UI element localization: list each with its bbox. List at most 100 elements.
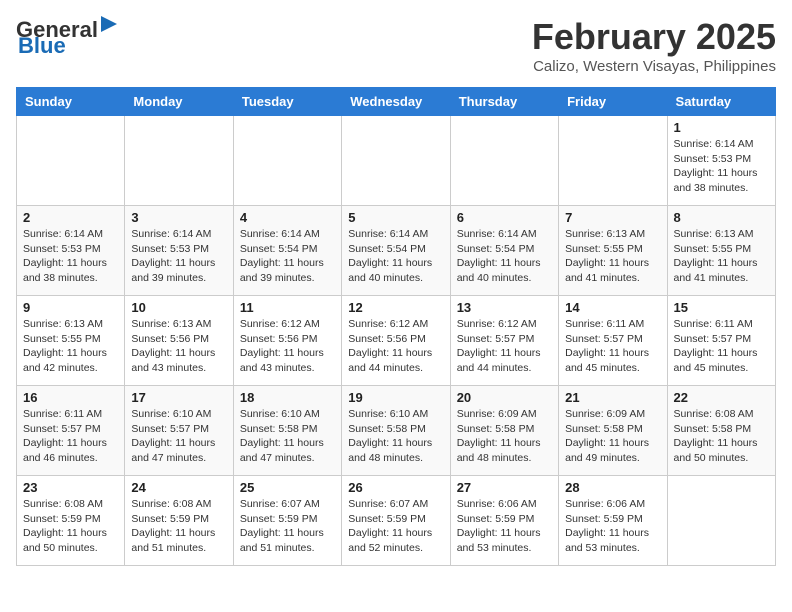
day-number: 23	[23, 480, 118, 495]
calendar-header-saturday: Saturday	[667, 88, 775, 116]
page-header: General Blue February 2025 Calizo, Weste…	[16, 16, 776, 75]
calendar-cell: 13 Sunrise: 6:12 AM Sunset: 5:57 PM Dayli…	[450, 296, 558, 386]
day-number: 11	[240, 300, 335, 315]
day-info: Sunrise: 6:06 AM Sunset: 5:59 PM Dayligh…	[457, 497, 552, 556]
calendar-cell	[125, 116, 233, 206]
calendar-header-row: SundayMondayTuesdayWednesdayThursdayFrid…	[17, 88, 776, 116]
day-info: Sunrise: 6:14 AM Sunset: 5:54 PM Dayligh…	[457, 227, 552, 286]
calendar-cell: 17 Sunrise: 6:10 AM Sunset: 5:57 PM Dayli…	[125, 386, 233, 476]
day-info: Sunrise: 6:12 AM Sunset: 5:56 PM Dayligh…	[240, 317, 335, 376]
day-number: 2	[23, 210, 118, 225]
calendar-cell: 20 Sunrise: 6:09 AM Sunset: 5:58 PM Dayli…	[450, 386, 558, 476]
day-info: Sunrise: 6:08 AM Sunset: 5:58 PM Dayligh…	[674, 407, 769, 466]
day-info: Sunrise: 6:08 AM Sunset: 5:59 PM Dayligh…	[23, 497, 118, 556]
calendar-cell: 11 Sunrise: 6:12 AM Sunset: 5:56 PM Dayli…	[233, 296, 341, 386]
logo: General Blue	[16, 16, 119, 59]
day-info: Sunrise: 6:07 AM Sunset: 5:59 PM Dayligh…	[240, 497, 335, 556]
day-info: Sunrise: 6:13 AM Sunset: 5:55 PM Dayligh…	[565, 227, 660, 286]
calendar-cell: 23 Sunrise: 6:08 AM Sunset: 5:59 PM Dayli…	[17, 476, 125, 566]
calendar-cell: 6 Sunrise: 6:14 AM Sunset: 5:54 PM Daylig…	[450, 206, 558, 296]
day-number: 19	[348, 390, 443, 405]
calendar-cell	[233, 116, 341, 206]
day-info: Sunrise: 6:12 AM Sunset: 5:57 PM Dayligh…	[457, 317, 552, 376]
calendar-cell: 27Sunrise: 6:06 AM Sunset: 5:59 PM Dayli…	[450, 476, 558, 566]
calendar-cell: 3Sunrise: 6:14 AM Sunset: 5:53 PM Daylig…	[125, 206, 233, 296]
day-info: Sunrise: 6:11 AM Sunset: 5:57 PM Dayligh…	[23, 407, 118, 466]
calendar-week-row: 2 Sunrise: 6:14 AM Sunset: 5:53 PM Daylig…	[17, 206, 776, 296]
day-number: 20	[457, 390, 552, 405]
calendar-table: SundayMondayTuesdayWednesdayThursdayFrid…	[16, 87, 776, 566]
day-info: Sunrise: 6:13 AM Sunset: 5:55 PM Dayligh…	[674, 227, 769, 286]
day-info: Sunrise: 6:10 AM Sunset: 5:58 PM Dayligh…	[240, 407, 335, 466]
calendar-cell: 8Sunrise: 6:13 AM Sunset: 5:55 PM Daylig…	[667, 206, 775, 296]
calendar-cell	[559, 116, 667, 206]
calendar-cell: 2 Sunrise: 6:14 AM Sunset: 5:53 PM Daylig…	[17, 206, 125, 296]
day-number: 21	[565, 390, 660, 405]
calendar-cell: 12 Sunrise: 6:12 AM Sunset: 5:56 PM Dayli…	[342, 296, 450, 386]
day-info: Sunrise: 6:14 AM Sunset: 5:53 PM Dayligh…	[23, 227, 118, 286]
logo-flag-icon	[98, 16, 119, 43]
calendar-cell: 18 Sunrise: 6:10 AM Sunset: 5:58 PM Dayli…	[233, 386, 341, 476]
calendar-cell: 1 Sunrise: 6:14 AM Sunset: 5:53 PM Daylig…	[667, 116, 775, 206]
day-number: 14	[565, 300, 660, 315]
day-number: 4	[240, 210, 335, 225]
day-number: 10	[131, 300, 226, 315]
day-number: 22	[674, 390, 769, 405]
calendar-cell: 15 Sunrise: 6:11 AM Sunset: 5:57 PM Dayli…	[667, 296, 775, 386]
day-info: Sunrise: 6:10 AM Sunset: 5:58 PM Dayligh…	[348, 407, 443, 466]
calendar-week-row: 16 Sunrise: 6:11 AM Sunset: 5:57 PM Dayli…	[17, 386, 776, 476]
day-info: Sunrise: 6:13 AM Sunset: 5:56 PM Dayligh…	[131, 317, 226, 376]
calendar-cell: 7Sunrise: 6:13 AM Sunset: 5:55 PM Daylig…	[559, 206, 667, 296]
calendar-cell	[450, 116, 558, 206]
day-info: Sunrise: 6:11 AM Sunset: 5:57 PM Dayligh…	[565, 317, 660, 376]
calendar-cell: 9 Sunrise: 6:13 AM Sunset: 5:55 PM Daylig…	[17, 296, 125, 386]
calendar-cell	[667, 476, 775, 566]
calendar-cell: 16 Sunrise: 6:11 AM Sunset: 5:57 PM Dayli…	[17, 386, 125, 476]
day-info: Sunrise: 6:14 AM Sunset: 5:54 PM Dayligh…	[240, 227, 335, 286]
day-info: Sunrise: 6:12 AM Sunset: 5:56 PM Dayligh…	[348, 317, 443, 376]
day-info: Sunrise: 6:06 AM Sunset: 5:59 PM Dayligh…	[565, 497, 660, 556]
calendar-header-tuesday: Tuesday	[233, 88, 341, 116]
calendar-week-row: 1 Sunrise: 6:14 AM Sunset: 5:53 PM Daylig…	[17, 116, 776, 206]
day-number: 1	[674, 120, 769, 135]
calendar-header-wednesday: Wednesday	[342, 88, 450, 116]
calendar-cell: 10 Sunrise: 6:13 AM Sunset: 5:56 PM Dayli…	[125, 296, 233, 386]
day-number: 12	[348, 300, 443, 315]
calendar-cell: 28 Sunrise: 6:06 AM Sunset: 5:59 PM Dayli…	[559, 476, 667, 566]
location-text: Calizo, Western Visayas, Philippines	[532, 58, 776, 75]
day-info: Sunrise: 6:07 AM Sunset: 5:59 PM Dayligh…	[348, 497, 443, 556]
calendar-header-thursday: Thursday	[450, 88, 558, 116]
month-title: February 2025	[532, 16, 776, 58]
calendar-header-monday: Monday	[125, 88, 233, 116]
day-info: Sunrise: 6:11 AM Sunset: 5:57 PM Dayligh…	[674, 317, 769, 376]
day-number: 15	[674, 300, 769, 315]
day-info: Sunrise: 6:14 AM Sunset: 5:53 PM Dayligh…	[131, 227, 226, 286]
calendar-cell: 4 Sunrise: 6:14 AM Sunset: 5:54 PM Daylig…	[233, 206, 341, 296]
day-info: Sunrise: 6:13 AM Sunset: 5:55 PM Dayligh…	[23, 317, 118, 376]
day-info: Sunrise: 6:10 AM Sunset: 5:57 PM Dayligh…	[131, 407, 226, 466]
day-number: 26	[348, 480, 443, 495]
day-number: 6	[457, 210, 552, 225]
day-number: 25	[240, 480, 335, 495]
calendar-cell: 21 Sunrise: 6:09 AM Sunset: 5:58 PM Dayli…	[559, 386, 667, 476]
calendar-week-row: 9 Sunrise: 6:13 AM Sunset: 5:55 PM Daylig…	[17, 296, 776, 386]
calendar-cell	[342, 116, 450, 206]
day-number: 17	[131, 390, 226, 405]
logo-blue-text: Blue	[18, 33, 66, 59]
day-info: Sunrise: 6:09 AM Sunset: 5:58 PM Dayligh…	[565, 407, 660, 466]
calendar-cell: 26 Sunrise: 6:07 AM Sunset: 5:59 PM Dayli…	[342, 476, 450, 566]
calendar-cell: 14 Sunrise: 6:11 AM Sunset: 5:57 PM Dayli…	[559, 296, 667, 386]
calendar-header-sunday: Sunday	[17, 88, 125, 116]
day-number: 16	[23, 390, 118, 405]
day-info: Sunrise: 6:14 AM Sunset: 5:53 PM Dayligh…	[674, 137, 769, 196]
day-number: 9	[23, 300, 118, 315]
calendar-cell: 5 Sunrise: 6:14 AM Sunset: 5:54 PM Daylig…	[342, 206, 450, 296]
day-number: 5	[348, 210, 443, 225]
day-number: 28	[565, 480, 660, 495]
day-info: Sunrise: 6:09 AM Sunset: 5:58 PM Dayligh…	[457, 407, 552, 466]
calendar-cell: 24Sunrise: 6:08 AM Sunset: 5:59 PM Dayli…	[125, 476, 233, 566]
calendar-header-friday: Friday	[559, 88, 667, 116]
day-number: 13	[457, 300, 552, 315]
day-info: Sunrise: 6:14 AM Sunset: 5:54 PM Dayligh…	[348, 227, 443, 286]
day-number: 18	[240, 390, 335, 405]
